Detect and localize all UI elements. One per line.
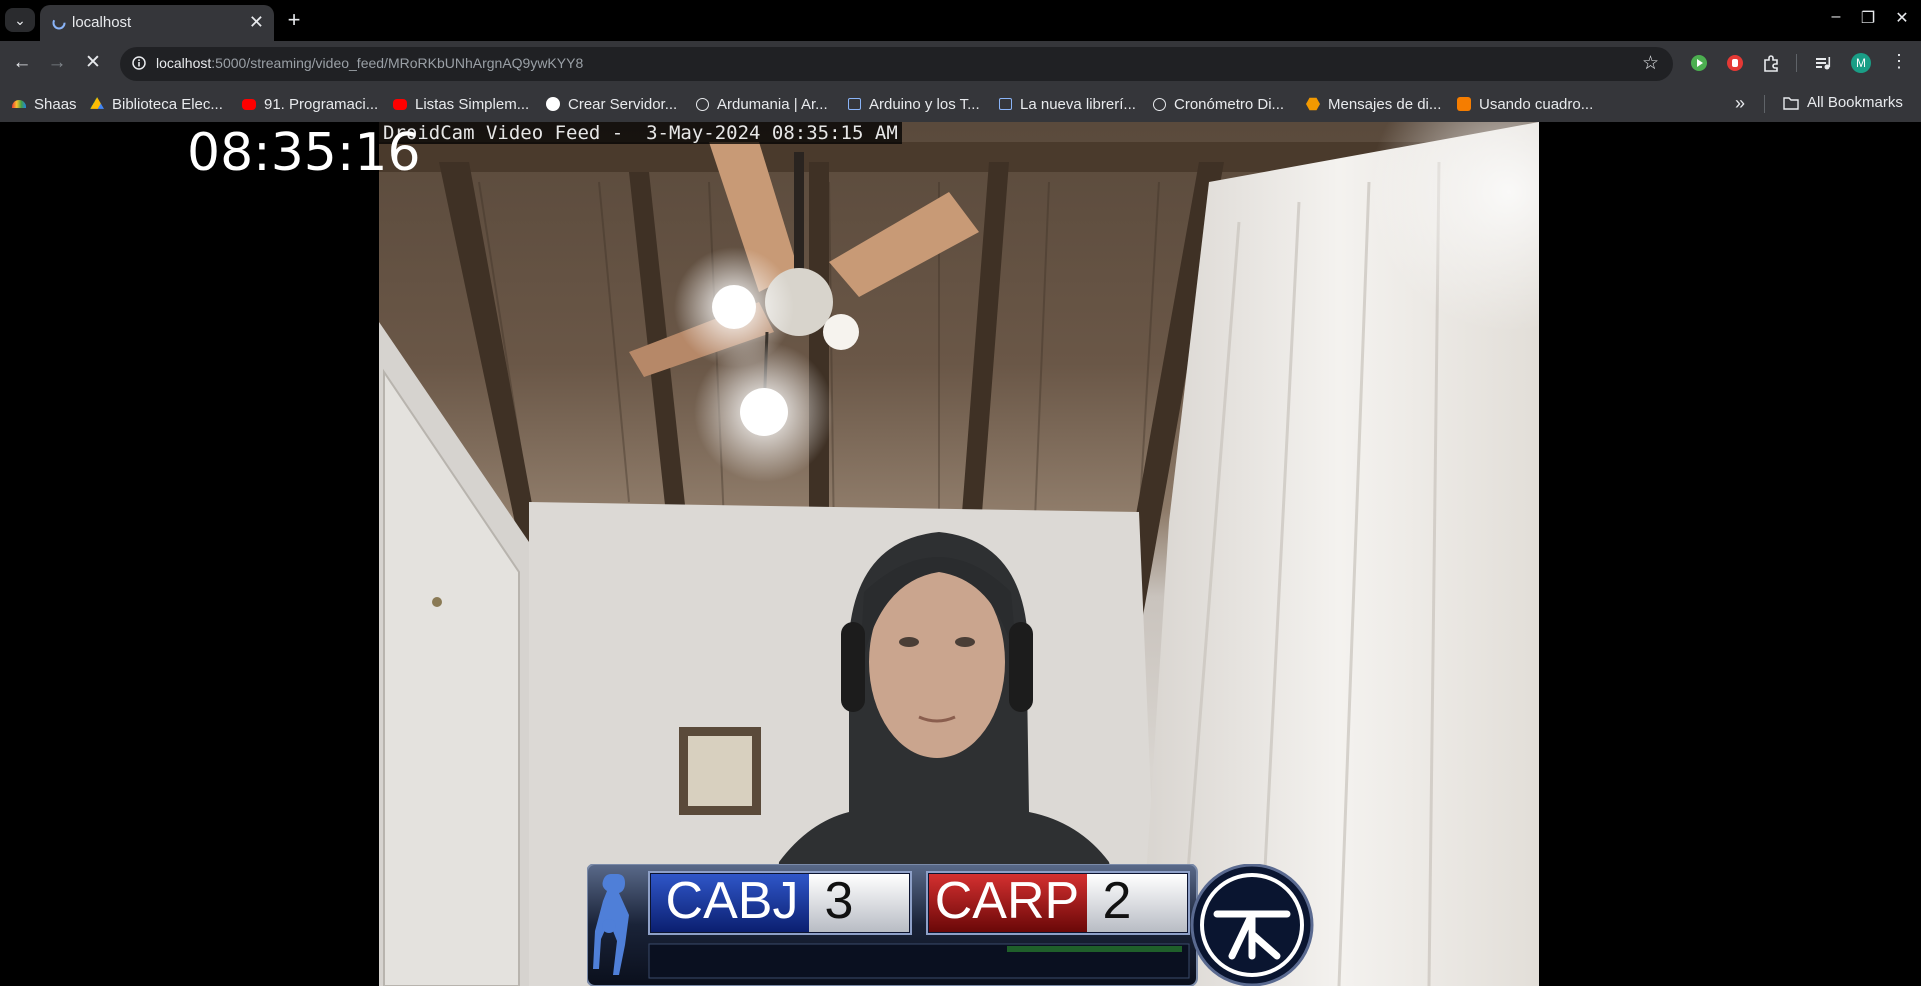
- blogger-icon: [1457, 97, 1471, 111]
- tab-title: localhost: [72, 14, 132, 31]
- bookmark-label: 91. Programaci...: [264, 95, 379, 113]
- rainbow-icon: [12, 100, 26, 108]
- tab-strip: ⌄ localhost ✕ + – ❐ ✕: [0, 0, 1921, 41]
- folder-icon: [1783, 96, 1799, 110]
- forward-button[interactable]: →: [44, 50, 70, 76]
- bookmarks-bar: Shaas Biblioteca Elec... 91. Programaci.…: [0, 86, 1921, 122]
- tab-search-button[interactable]: ⌄: [5, 8, 35, 32]
- url-host: localhost: [156, 55, 212, 71]
- chevron-down-icon: ⌄: [14, 11, 26, 28]
- minimize-icon[interactable]: –: [1824, 8, 1848, 26]
- media-controls-icon[interactable]: [1814, 54, 1832, 72]
- bookmark-item[interactable]: Listas Simplem...: [393, 94, 529, 114]
- hexagon-icon: [1306, 97, 1320, 111]
- bookmark-label: Biblioteca Elec...: [112, 95, 223, 113]
- bookmark-item[interactable]: Ardumania | Ar...: [696, 94, 828, 114]
- drive-icon: [90, 97, 104, 109]
- bookmark-item[interactable]: Mensajes de di...: [1306, 94, 1441, 114]
- globe-icon: [1153, 97, 1166, 111]
- video-timestamp-caption: DroidCam Video Feed - 3-May-2024 08:35:1…: [379, 122, 902, 144]
- image-icon: [999, 98, 1012, 110]
- bookmark-label: Crear Servidor...: [568, 95, 678, 113]
- bookmark-label: Ardumania | Ar...: [717, 95, 828, 113]
- bookmark-item[interactable]: Biblioteca Elec...: [90, 94, 223, 114]
- hand-extension-icon[interactable]: [1726, 54, 1744, 72]
- stream-stage: DroidCam Video Feed - 3-May-2024 08:35:1…: [187, 122, 1733, 986]
- stop-loading-button[interactable]: ✕: [80, 50, 106, 76]
- tab-localhost[interactable]: localhost ✕: [40, 5, 274, 41]
- bookmark-label: Cronómetro Di...: [1174, 95, 1285, 113]
- new-tab-button[interactable]: +: [282, 8, 306, 32]
- clock-display: 08:35:16: [187, 123, 421, 183]
- url-text[interactable]: localhost:5000/streaming/video_feed/MRoR…: [156, 55, 583, 71]
- home-team-score: 3: [824, 872, 854, 930]
- site-info-icon[interactable]: [132, 56, 146, 70]
- home-team-name: CABJ: [665, 872, 799, 930]
- youtube-icon: [242, 98, 256, 110]
- bookmark-star-icon[interactable]: ☆: [1642, 52, 1659, 75]
- url-path: :5000/streaming/video_feed/MRoRKbUNhArgn…: [211, 55, 584, 71]
- scoreboard: CABJ 3 CARP 2: [587, 864, 1327, 986]
- bookmark-item[interactable]: Arduino y los T...: [848, 94, 980, 114]
- video-feed: DroidCam Video Feed - 3-May-2024 08:35:1…: [379, 122, 1539, 986]
- profile-avatar[interactable]: M: [1851, 53, 1871, 73]
- away-team-name: CARP: [934, 872, 1080, 930]
- bookmark-label: Listas Simplem...: [415, 95, 530, 113]
- bookmark-item[interactable]: 91. Programaci...: [242, 94, 378, 114]
- bookmark-label: Shaas: [34, 95, 77, 113]
- di-icon: [546, 97, 560, 111]
- bookmark-label: La nueva librerí...: [1020, 95, 1136, 113]
- page-viewport: DroidCam Video Feed - 3-May-2024 08:35:1…: [0, 122, 1921, 986]
- back-button[interactable]: ←: [9, 50, 35, 76]
- bookmark-item[interactable]: Crear Servidor...: [546, 94, 677, 114]
- address-bar[interactable]: localhost:5000/streaming/video_feed/MRoR…: [120, 47, 1673, 81]
- play-extension-icon[interactable]: [1690, 54, 1708, 72]
- bookmarks-divider: [1764, 95, 1765, 113]
- close-window-icon[interactable]: ✕: [1890, 8, 1914, 28]
- bookmark-item[interactable]: Cronómetro Di...: [1153, 94, 1284, 114]
- toolbar-divider: [1796, 54, 1797, 72]
- all-bookmarks-button[interactable]: All Bookmarks: [1783, 94, 1903, 111]
- restore-icon[interactable]: ❐: [1856, 8, 1880, 28]
- webcam-scene: [379, 122, 1539, 986]
- all-bookmarks-label: All Bookmarks: [1807, 94, 1903, 111]
- bookmark-item[interactable]: Usando cuadro...: [1457, 94, 1593, 114]
- toolbar: ← → ✕ localhost:5000/streaming/video_fee…: [0, 41, 1921, 86]
- loading-favicon-icon: [52, 16, 66, 30]
- menu-kebab-icon[interactable]: ⋮: [1890, 51, 1908, 72]
- more-bookmarks-icon[interactable]: »: [1735, 93, 1745, 114]
- bookmark-item[interactable]: La nueva librerí...: [999, 94, 1136, 114]
- image-icon: [848, 98, 861, 110]
- bookmark-label: Mensajes de di...: [1328, 95, 1442, 113]
- youtube-icon: [393, 98, 407, 110]
- globe-icon: [696, 97, 709, 111]
- bookmark-label: Arduino y los T...: [869, 95, 980, 113]
- away-team-score: 2: [1102, 872, 1132, 930]
- bookmark-label: Usando cuadro...: [1479, 95, 1594, 113]
- close-tab-icon[interactable]: ✕: [249, 12, 264, 32]
- bookmark-item[interactable]: Shaas: [12, 94, 77, 114]
- extensions-puzzle-icon[interactable]: [1762, 54, 1780, 72]
